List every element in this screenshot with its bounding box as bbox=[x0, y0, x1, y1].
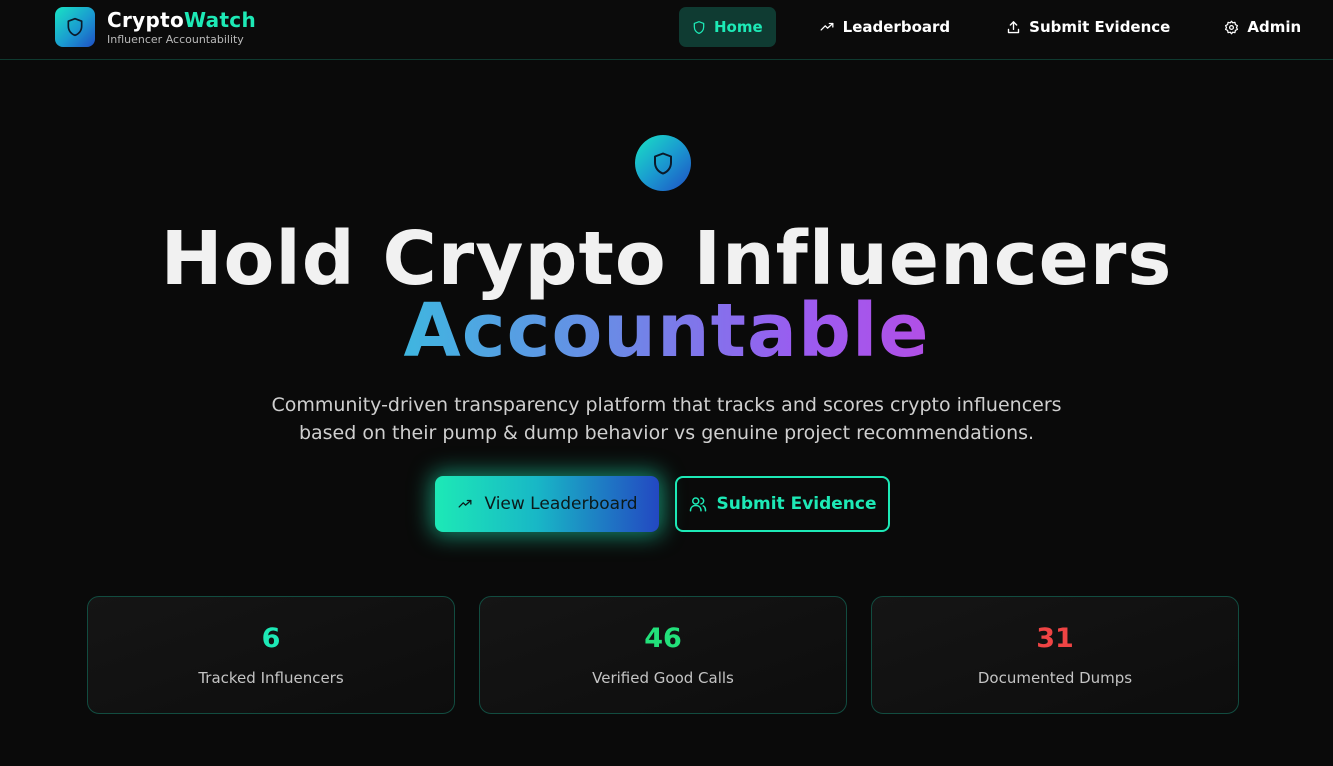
view-leaderboard-label: View Leaderboard bbox=[484, 494, 638, 514]
nav-item-leaderboard[interactable]: Leaderboard bbox=[806, 7, 963, 47]
main-nav: Home Leaderboard Submit Evidence Admin bbox=[679, 7, 1314, 47]
brand[interactable]: CryptoWatch Influencer Accountability bbox=[55, 7, 256, 47]
brand-title: CryptoWatch bbox=[107, 9, 256, 31]
nav-item-home[interactable]: Home bbox=[679, 7, 776, 47]
submit-evidence-button[interactable]: Submit Evidence bbox=[675, 476, 890, 532]
nav-item-admin[interactable]: Admin bbox=[1211, 7, 1314, 47]
hero-shield-icon bbox=[635, 135, 691, 191]
nav-item-label: Leaderboard bbox=[842, 18, 951, 36]
hero-headline-accent: Accountable bbox=[403, 288, 930, 374]
hero-headline: Hold Crypto Influencers bbox=[160, 216, 1173, 302]
nav-item-label: Submit Evidence bbox=[1029, 18, 1171, 36]
brand-logo-shield-icon bbox=[55, 7, 95, 47]
brand-title-main: Crypto bbox=[107, 7, 184, 32]
top-navbar: CryptoWatch Influencer Accountability Ho… bbox=[0, 0, 1333, 60]
hero-headline-accent-row: Accountable bbox=[0, 294, 1333, 368]
hero-description-line2: based on their pump & dump behavior vs g… bbox=[298, 422, 1035, 444]
stat-label: Verified Good Calls bbox=[592, 669, 734, 687]
users-icon bbox=[690, 497, 707, 512]
stat-card-tracked-influencers: 6 Tracked Influencers bbox=[87, 596, 455, 714]
stat-label: Tracked Influencers bbox=[198, 669, 344, 687]
upload-icon bbox=[1007, 20, 1020, 33]
stat-label: Documented Dumps bbox=[977, 669, 1133, 687]
submit-evidence-label: Submit Evidence bbox=[716, 494, 877, 514]
gear-icon bbox=[1225, 20, 1239, 34]
view-leaderboard-button[interactable]: View Leaderboard bbox=[435, 476, 659, 532]
trending-up-icon bbox=[458, 499, 472, 508]
shield-icon bbox=[693, 20, 705, 34]
stat-value: 46 bbox=[644, 623, 682, 654]
nav-item-label: Admin bbox=[1247, 18, 1302, 36]
brand-title-accent: Watch bbox=[184, 7, 256, 32]
stat-value: 6 bbox=[261, 623, 281, 654]
stat-card-verified-good-calls: 46 Verified Good Calls bbox=[479, 596, 847, 714]
brand-subtitle: Influencer Accountability bbox=[107, 32, 244, 46]
stat-card-documented-dumps: 31 Documented Dumps bbox=[871, 596, 1239, 714]
hero-description: Community-driven transparency platform t… bbox=[0, 391, 1333, 447]
brand-text: CryptoWatch Influencer Accountability bbox=[107, 9, 256, 46]
stat-value: 31 bbox=[1036, 623, 1074, 654]
nav-item-label: Home bbox=[714, 18, 763, 36]
nav-item-submit-evidence[interactable]: Submit Evidence bbox=[993, 7, 1183, 47]
trending-up-icon bbox=[820, 22, 834, 31]
hero-description-line1: Community-driven transparency platform t… bbox=[271, 394, 1062, 416]
